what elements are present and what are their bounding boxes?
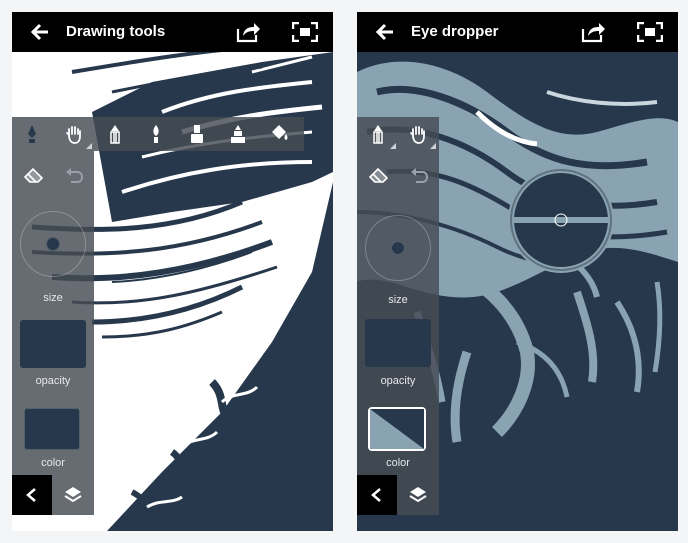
size-label: size — [43, 292, 63, 304]
size-label: size — [388, 294, 408, 306]
tool-hand[interactable] — [54, 117, 94, 151]
size-indicator — [46, 237, 60, 251]
opacity-swatch[interactable] — [20, 320, 86, 368]
paint-bucket-icon — [272, 125, 288, 140]
drawing-tools-screen: Drawing tools size opacity color — [12, 12, 333, 531]
tool-highlighter[interactable] — [218, 117, 258, 151]
chevron-left-icon — [371, 488, 381, 502]
tool-pencil[interactable] — [95, 117, 135, 151]
undo-icon — [411, 168, 429, 183]
hand-icon — [410, 126, 425, 144]
top-bar: Drawing tools — [12, 12, 333, 52]
size-slider[interactable] — [20, 211, 86, 277]
share-icon[interactable] — [580, 20, 606, 44]
eraser-button[interactable] — [14, 159, 54, 193]
eraser-icon — [24, 168, 44, 183]
eraser-icon — [369, 168, 389, 183]
layers-icon — [409, 487, 427, 503]
layers-button[interactable] — [53, 475, 93, 515]
layers-button[interactable] — [398, 475, 438, 515]
tool-palette — [12, 117, 304, 151]
tool-marker[interactable] — [177, 117, 217, 151]
color-label: color — [386, 457, 410, 469]
tool-hand[interactable] — [398, 117, 438, 151]
hand-icon — [66, 126, 81, 144]
screen-title: Drawing tools — [66, 23, 166, 40]
screen-title: Eye dropper — [411, 23, 499, 40]
layers-icon — [64, 487, 82, 503]
undo-button[interactable] — [399, 159, 439, 193]
pen-nib-icon — [28, 125, 36, 143]
brush-icon — [153, 125, 159, 143]
arrow-left-icon[interactable] — [375, 22, 395, 42]
collapse-panel-button[interactable] — [357, 475, 397, 515]
pencil-icon — [110, 125, 120, 144]
color-label: color — [41, 457, 65, 469]
opacity-label: opacity — [35, 375, 71, 387]
tool-paint-bucket[interactable] — [259, 117, 299, 151]
side-panel: size opacity color — [357, 117, 439, 515]
side-panel: size opacity color — [12, 151, 94, 515]
highlighter-icon — [231, 125, 245, 143]
opacity-label: opacity — [380, 375, 416, 387]
tool-brush[interactable] — [136, 117, 176, 151]
color-swatch[interactable] — [368, 407, 426, 451]
size-indicator — [391, 241, 405, 255]
opacity-swatch[interactable] — [365, 319, 431, 367]
chevron-left-icon — [26, 488, 36, 502]
arrow-left-icon[interactable] — [30, 22, 50, 42]
marker-icon — [191, 125, 203, 143]
eye-dropper-screen: Eye dropper size opacity color — [357, 12, 678, 531]
undo-icon — [66, 168, 84, 183]
size-slider[interactable] — [365, 215, 431, 281]
tool-pencil[interactable] — [358, 117, 398, 151]
undo-button[interactable] — [54, 159, 94, 193]
fullscreen-icon[interactable] — [637, 22, 663, 42]
tool-pen[interactable] — [12, 117, 52, 151]
top-bar: Eye dropper — [357, 12, 678, 52]
collapse-panel-button[interactable] — [12, 475, 52, 515]
color-swatch[interactable] — [24, 408, 80, 450]
pencil-icon — [373, 125, 383, 144]
share-icon[interactable] — [235, 20, 261, 44]
eraser-button[interactable] — [359, 159, 399, 193]
fullscreen-icon[interactable] — [292, 22, 318, 42]
eye-dropper-loupe[interactable] — [507, 167, 615, 273]
